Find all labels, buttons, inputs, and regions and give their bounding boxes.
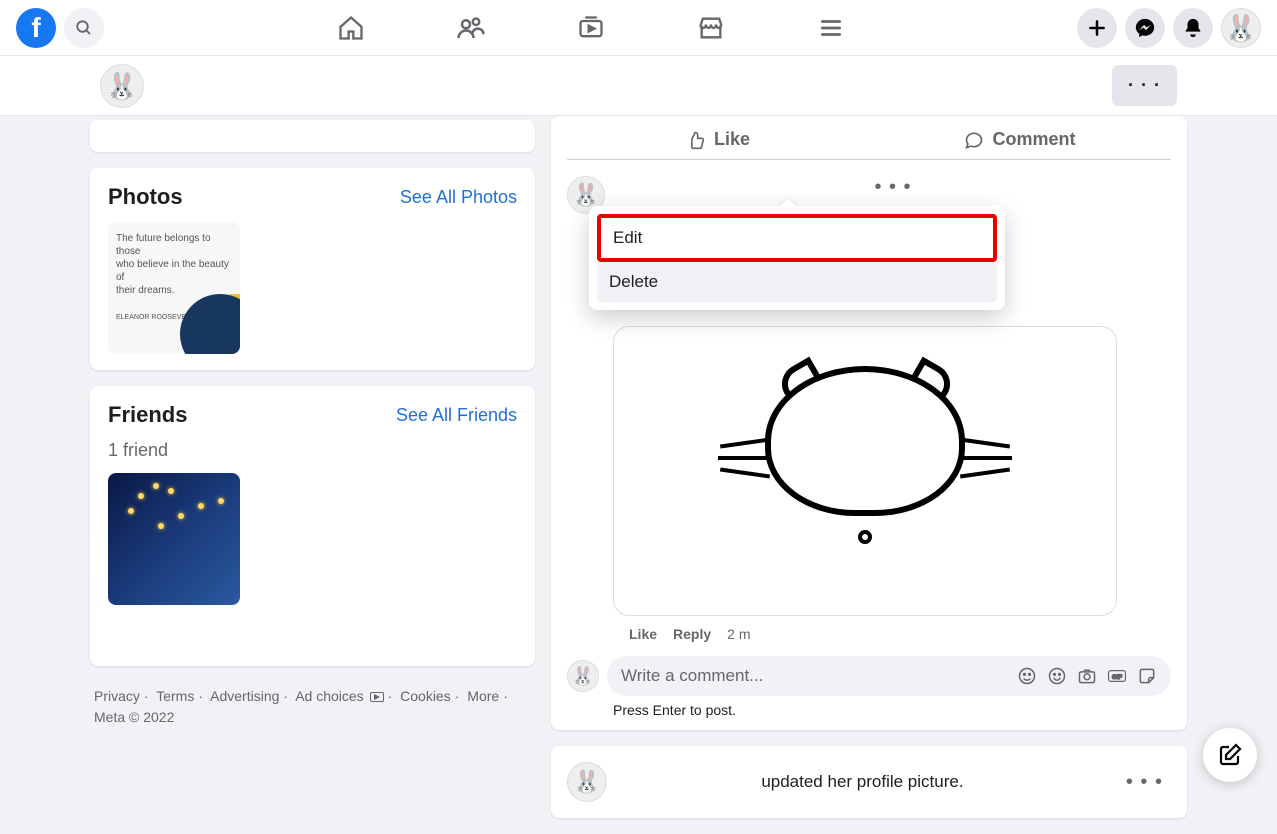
search-button[interactable] (64, 8, 104, 48)
bunny-avatar-icon: 🐰 (573, 771, 600, 793)
sticker-icon[interactable] (1137, 666, 1157, 686)
footer-links: Privacy· Terms· Advertising· Ad choices … (90, 686, 535, 728)
profile-avatar-small[interactable]: 🐰 (100, 64, 144, 108)
dropdown-edit[interactable]: Edit (597, 214, 997, 262)
plus-icon (1087, 18, 1107, 38)
post2-text: updated her profile picture. (619, 772, 1106, 792)
bunny-avatar-icon: 🐰 (572, 667, 594, 685)
footer-adchoices[interactable]: Ad choices (295, 688, 363, 704)
bunny-avatar-icon: 🐰 (1225, 15, 1257, 41)
right-column: Like Comment 🐰 • • • Edit Delete (551, 116, 1187, 834)
post2-options-button[interactable]: • • • (1118, 767, 1171, 798)
compose-icon (1218, 743, 1242, 767)
my-avatar-small[interactable]: 🐰 (567, 660, 599, 692)
account-avatar[interactable]: 🐰 (1221, 8, 1261, 48)
comment-hint: Press Enter to post. (613, 702, 1171, 718)
like-button[interactable]: Like (567, 120, 869, 159)
facebook-logo[interactable]: f (16, 8, 56, 48)
friends-count: 1 friend (108, 440, 517, 461)
nav-menu[interactable] (775, 4, 887, 52)
footer-terms[interactable]: Terms (156, 688, 194, 704)
comment-like-button[interactable]: Like (629, 626, 657, 642)
nav-home[interactable] (295, 4, 407, 52)
footer-advertising[interactable]: Advertising (210, 688, 279, 704)
emoji-icon[interactable] (1047, 666, 1067, 686)
comment-options-dropdown: Edit Delete (589, 206, 1005, 310)
avatar-sticker-icon[interactable] (1017, 666, 1037, 686)
friends-icon (456, 13, 486, 43)
svg-text:GIF: GIF (1112, 674, 1122, 681)
post-card-2: 🐰 updated her profile picture. • • • (551, 746, 1187, 818)
comment-placeholder: Write a comment... (621, 666, 763, 686)
nav-friends[interactable] (415, 4, 527, 52)
comment-timestamp: 2 m (727, 626, 750, 642)
footer-more[interactable]: More (467, 688, 499, 704)
card-stub (90, 120, 535, 152)
like-icon (686, 130, 706, 150)
topbar-left: f (16, 8, 104, 48)
friend-thumbnail[interactable] (108, 473, 240, 605)
compose-fab[interactable] (1203, 728, 1257, 782)
search-icon (75, 19, 93, 37)
notifications-button[interactable] (1173, 8, 1213, 48)
comment-options-button[interactable]: • • • (866, 172, 919, 202)
photos-card: Photos See All Photos The future belongs… (90, 168, 535, 370)
comment-reply-button[interactable]: Reply (673, 626, 711, 642)
friends-card: Friends See All Friends 1 friend (90, 386, 535, 666)
post2-avatar[interactable]: 🐰 (567, 762, 607, 802)
friends-title: Friends (108, 402, 187, 428)
bunny-avatar-icon: 🐰 (106, 73, 138, 99)
footer-privacy[interactable]: Privacy (94, 688, 140, 704)
bell-icon (1182, 17, 1204, 39)
bunny-avatar-icon: 🐰 (572, 184, 599, 206)
messenger-button[interactable] (1125, 8, 1165, 48)
profile-more-button[interactable]: · · · (1112, 65, 1177, 106)
footer-cookies[interactable]: Cookies (400, 688, 451, 704)
comment-input[interactable]: Write a comment... GIF (607, 656, 1171, 696)
adchoices-icon (370, 692, 384, 702)
nav-watch[interactable] (535, 4, 647, 52)
topbar-right: 🐰 (1077, 8, 1261, 48)
left-column: Photos See All Photos The future belongs… (90, 116, 535, 834)
main-content: Photos See All Photos The future belongs… (0, 116, 1277, 834)
comment-meta: Like Reply 2 m (629, 626, 1171, 642)
home-icon (337, 14, 365, 42)
watch-icon (577, 14, 605, 42)
kitty-image (750, 356, 980, 586)
comment-row: 🐰 • • • Edit Delete (567, 176, 1171, 214)
topbar-center-nav (295, 4, 887, 52)
comment-input-icons: GIF (1017, 666, 1157, 686)
gif-icon[interactable]: GIF (1107, 666, 1127, 686)
camera-icon[interactable] (1077, 666, 1097, 686)
comment-button[interactable]: Comment (869, 120, 1171, 159)
post-action-row: Like Comment (567, 116, 1171, 160)
comment-icon (964, 130, 984, 150)
write-comment-row: 🐰 Write a comment... GIF (567, 656, 1171, 696)
post-card: Like Comment 🐰 • • • Edit Delete (551, 116, 1187, 730)
photos-title: Photos (108, 184, 183, 210)
profile-subbar: 🐰 · · · (0, 56, 1277, 116)
see-all-photos-link[interactable]: See All Photos (400, 187, 517, 208)
marketplace-icon (697, 14, 725, 42)
comment-image[interactable] (613, 326, 1117, 616)
nav-marketplace[interactable] (655, 4, 767, 52)
create-button[interactable] (1077, 8, 1117, 48)
messenger-icon (1134, 17, 1156, 39)
footer-meta: Meta © 2022 (94, 709, 174, 725)
top-navbar: f 🐰 (0, 0, 1277, 56)
menu-icon (818, 15, 844, 41)
see-all-friends-link[interactable]: See All Friends (396, 405, 517, 426)
dropdown-delete[interactable]: Delete (597, 262, 997, 302)
photo-thumbnail[interactable]: The future belongs to those who believe … (108, 222, 240, 354)
